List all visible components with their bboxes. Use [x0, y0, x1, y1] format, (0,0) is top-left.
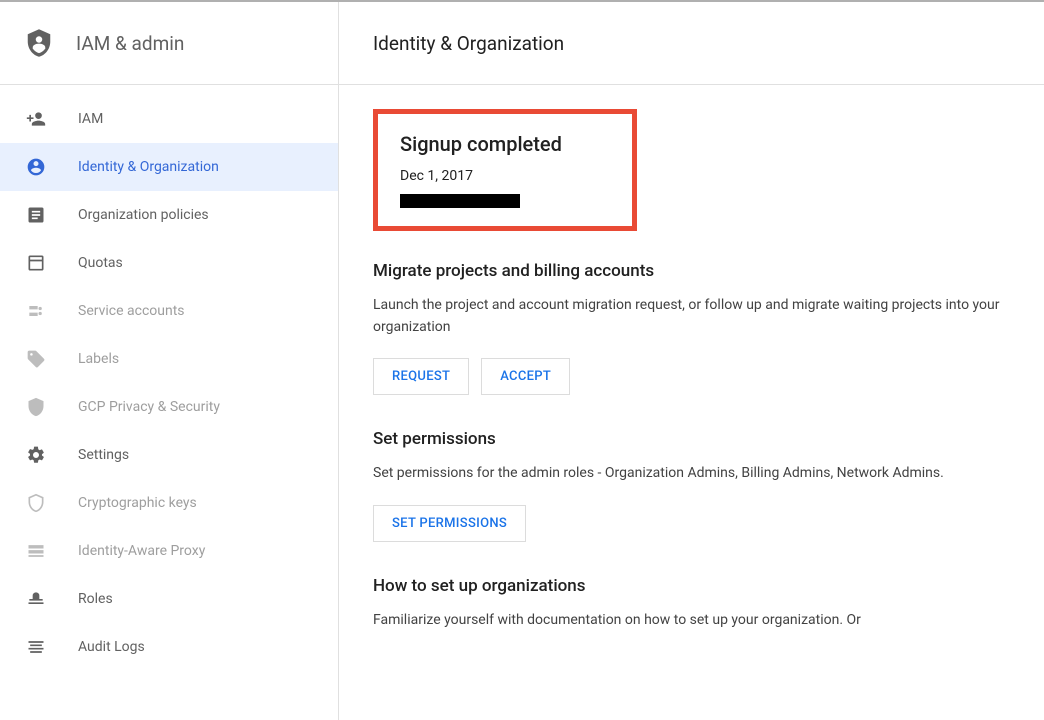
signup-heading: Signup completed: [400, 132, 610, 156]
product-title: IAM & admin: [76, 32, 184, 55]
set-permissions-button[interactable]: SET PERMISSIONS: [373, 505, 526, 542]
sidebar-item-label: Cryptographic keys: [78, 495, 197, 511]
page-content: Signup completed Dec 1, 2017 Migrate pro…: [339, 85, 1044, 690]
quota-icon: [24, 251, 48, 275]
accept-button[interactable]: ACCEPT: [481, 358, 570, 395]
shield-outline-icon: [24, 491, 48, 515]
section-heading: Set permissions: [373, 429, 1010, 449]
page-title: Identity & Organization: [373, 32, 564, 55]
section-body: Familiarize yourself with documentation …: [373, 610, 1010, 632]
sidebar-item-roles[interactable]: Roles: [0, 575, 338, 623]
service-account-icon: [24, 299, 48, 323]
sidebar-item-identity-organization[interactable]: Identity & Organization: [0, 143, 338, 191]
iap-icon: [24, 539, 48, 563]
page-header: Identity & Organization: [339, 2, 1044, 85]
signup-completed-box: Signup completed Dec 1, 2017: [373, 109, 637, 231]
sidebar-item-label: Service accounts: [78, 303, 185, 319]
list-icon: [24, 635, 48, 659]
section-body: Launch the project and account migration…: [373, 295, 1010, 338]
hat-icon: [24, 587, 48, 611]
sidebar-item-iam[interactable]: IAM: [0, 95, 338, 143]
gear-icon: [24, 443, 48, 467]
signup-date: Dec 1, 2017: [400, 168, 610, 184]
sidebar-item-iap: Identity-Aware Proxy: [0, 527, 338, 575]
document-icon: [24, 203, 48, 227]
sidebar-item-label: IAM: [78, 111, 103, 127]
sidebar-item-service-accounts: Service accounts: [0, 287, 338, 335]
sidebar-item-label: Audit Logs: [78, 639, 145, 655]
sidebar-item-org-policies[interactable]: Organization policies: [0, 191, 338, 239]
tag-icon: [24, 347, 48, 371]
sidebar-nav: IAM Identity & Organization Organization…: [0, 85, 338, 671]
section-heading: Migrate projects and billing accounts: [373, 261, 1010, 281]
sidebar-item-label: Labels: [78, 351, 119, 367]
sidebar-item-label: Roles: [78, 591, 113, 607]
iam-shield-icon: [24, 26, 54, 60]
section-body: Set permissions for the admin roles - Or…: [373, 463, 1010, 485]
section-migrate: Migrate projects and billing accounts La…: [373, 261, 1010, 395]
sidebar-header: IAM & admin: [0, 2, 338, 85]
sidebar-item-audit-logs[interactable]: Audit Logs: [0, 623, 338, 671]
sidebar-item-label: Organization policies: [78, 207, 209, 223]
section-heading: How to set up organizations: [373, 576, 1010, 596]
sidebar-item-labels: Labels: [0, 335, 338, 383]
redacted-email: [400, 194, 520, 208]
sidebar-item-label: Quotas: [78, 255, 123, 271]
sidebar-item-label: Identity-Aware Proxy: [78, 543, 205, 559]
request-button[interactable]: REQUEST: [373, 358, 469, 395]
sidebar-item-label: GCP Privacy & Security: [78, 399, 220, 415]
sidebar-item-privacy-security: GCP Privacy & Security: [0, 383, 338, 431]
shield-icon: [24, 395, 48, 419]
sidebar: IAM & admin IAM Identity & Organization …: [0, 2, 339, 720]
sidebar-item-crypto-keys: Cryptographic keys: [0, 479, 338, 527]
person-circle-icon: [24, 155, 48, 179]
main-panel: Identity & Organization Signup completed…: [339, 2, 1044, 720]
add-person-icon: [24, 107, 48, 131]
sidebar-item-label: Identity & Organization: [78, 159, 219, 175]
section-howto: How to set up organizations Familiarize …: [373, 576, 1010, 632]
sidebar-item-settings[interactable]: Settings: [0, 431, 338, 479]
section-permissions: Set permissions Set permissions for the …: [373, 429, 1010, 542]
sidebar-item-quotas[interactable]: Quotas: [0, 239, 338, 287]
sidebar-item-label: Settings: [78, 447, 129, 463]
